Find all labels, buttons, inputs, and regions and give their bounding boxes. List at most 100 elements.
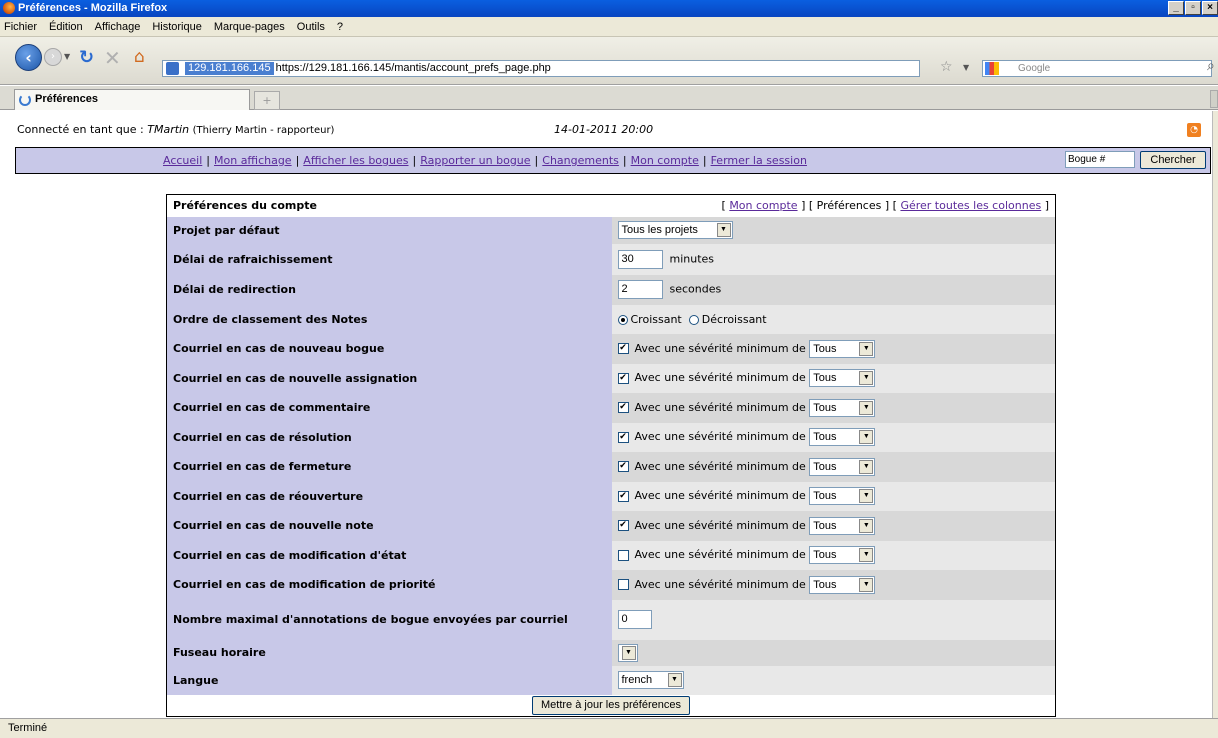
timezone-select[interactable]: ▼ — [617, 643, 638, 662]
minimize-button[interactable]: _ — [1168, 1, 1184, 15]
decroissant-label: Décroissant — [701, 312, 767, 326]
chevron-down-icon[interactable]: ▼ — [859, 371, 874, 385]
severity-select[interactable]: Tous ▼ — [809, 546, 876, 564]
tab-preferences[interactable]: Préférences — [14, 89, 250, 110]
email-label: Courriel en cas de résolution — [166, 422, 612, 452]
redirect-delay-input[interactable]: 2 — [617, 280, 663, 299]
radio-decroissant[interactable] — [688, 314, 699, 325]
email-checkbox[interactable] — [617, 579, 629, 590]
menu-link-fermer-session[interactable]: Fermer la session — [711, 154, 807, 167]
severity-select[interactable]: Tous ▼ — [809, 487, 876, 505]
url-dropdown-icon[interactable]: ▼ — [963, 63, 969, 72]
menu-edition[interactable]: Édition — [49, 21, 83, 33]
page-content: Connecté en tant que : TMartin (Thierry … — [0, 111, 1218, 718]
bracket-open: [ — [892, 199, 897, 213]
search-icon[interactable]: ⌕ — [1207, 58, 1215, 74]
bookmark-star-icon[interactable]: ☆ — [940, 59, 953, 75]
chevron-down-icon[interactable]: ▼ — [859, 400, 874, 415]
back-arrow-icon[interactable]: ‹ — [15, 44, 42, 71]
language-select[interactable]: french ▼ — [617, 671, 684, 689]
tab-scroll-button[interactable] — [1210, 90, 1218, 108]
close-button[interactable]: × — [1202, 1, 1218, 15]
new-tab-button[interactable]: + — [254, 91, 280, 110]
history-dropdown-icon[interactable]: ▼ — [64, 52, 70, 61]
severity-value: Tous — [813, 549, 837, 561]
username: TMartin — [147, 123, 190, 136]
max-notes-label: Nombre maximal d'annotations de bogue en… — [166, 599, 612, 640]
severity-text: Avec une sévérité minimum de — [634, 548, 806, 561]
email-label: Courriel en cas de nouvelle note — [166, 510, 612, 541]
vertical-scrollbar[interactable] — [1212, 111, 1218, 718]
link-mon-compte[interactable]: Mon compte — [729, 199, 797, 212]
form-nav: [ Mon compte ] [ Préférences ] [ Gérer t… — [611, 194, 1056, 217]
severity-select[interactable]: Tous ▼ — [809, 575, 876, 594]
menu-link-accueil[interactable]: Accueil — [163, 154, 202, 167]
tab-bar: Préférences + — [0, 86, 1218, 110]
email-checkbox[interactable]: ✔ — [617, 431, 629, 443]
max-notes-input[interactable]: 0 — [617, 610, 652, 629]
email-checkbox[interactable]: ✔ — [617, 490, 629, 502]
radio-croissant[interactable] — [617, 314, 628, 325]
email-checkbox[interactable]: ✔ — [617, 520, 629, 531]
menu-link-changements[interactable]: Changements — [542, 154, 619, 167]
chevron-down-icon[interactable]: ▼ — [859, 548, 874, 562]
menu-affichage[interactable]: Affichage — [95, 21, 141, 33]
timezone-label: Fuseau horaire — [166, 639, 612, 666]
stop-icon[interactable]: ✕ — [104, 46, 121, 70]
refresh-delay-input[interactable]: 30 — [617, 249, 663, 269]
menu-historique[interactable]: Historique — [152, 21, 202, 33]
forward-arrow-icon[interactable]: › — [44, 48, 62, 66]
site-identity-icon[interactable] — [166, 62, 179, 75]
menu-aide[interactable]: ? — [337, 21, 343, 33]
severity-text: Avec une sévérité minimum de — [634, 371, 806, 384]
link-gerer-colonnes[interactable]: Gérer toutes les colonnes — [900, 199, 1041, 212]
severity-select[interactable]: Tous ▼ — [809, 339, 876, 358]
chevron-down-icon[interactable]: ▼ — [667, 673, 682, 687]
menu-fichier[interactable]: Fichier — [4, 21, 37, 33]
email-checkbox[interactable]: ✔ — [617, 372, 629, 384]
chevron-down-icon[interactable]: ▼ — [859, 341, 874, 356]
menu-outils[interactable]: Outils — [297, 21, 325, 33]
menu-link-afficher-bogues[interactable]: Afficher les bogues — [303, 154, 408, 167]
email-checkbox[interactable] — [617, 549, 629, 561]
email-label: Courriel en cas de fermeture — [166, 451, 612, 482]
severity-text: Avec une sévérité minimum de — [634, 400, 806, 414]
maximize-button[interactable]: ▫ — [1185, 1, 1201, 15]
home-icon[interactable]: ⌂ — [134, 47, 145, 67]
menu-link-mon-compte[interactable]: Mon compte — [631, 154, 699, 167]
google-icon[interactable] — [985, 62, 999, 75]
chevron-down-icon[interactable]: ▼ — [859, 459, 874, 474]
login-info: Connecté en tant que : TMartin (Thierry … — [17, 123, 334, 136]
email-checkbox[interactable]: ✔ — [617, 461, 629, 472]
chevron-down-icon[interactable]: ▼ — [716, 223, 731, 237]
chevron-down-icon[interactable]: ▼ — [859, 518, 874, 533]
chercher-button[interactable]: Chercher — [1140, 151, 1206, 169]
chevron-down-icon[interactable]: ▼ — [859, 577, 874, 592]
bug-id-input[interactable]: Bogue # — [1065, 151, 1135, 168]
menu-link-rapporter-bogue[interactable]: Rapporter un bogue — [420, 154, 530, 167]
severity-select[interactable]: Tous ▼ — [809, 369, 876, 387]
window-title: Préférences - Mozilla Firefox — [18, 2, 168, 14]
severity-value: Tous — [813, 578, 837, 591]
update-preferences-button[interactable]: Mettre à jour les préférences — [531, 695, 690, 715]
url-bar[interactable]: 129.181.166.145 https://129.181.166.145/… — [162, 60, 920, 77]
chevron-down-icon[interactable]: ▼ — [621, 645, 636, 660]
url-text[interactable]: https://129.181.166.145/mantis/account_p… — [276, 61, 551, 76]
severity-select[interactable]: Tous ▼ — [809, 428, 876, 446]
severity-select[interactable]: Tous ▼ — [809, 457, 876, 476]
rss-icon[interactable]: ◔ — [1187, 123, 1201, 137]
email-checkbox[interactable]: ✔ — [617, 343, 629, 354]
bracket-close: ] — [1044, 199, 1049, 213]
chevron-down-icon[interactable]: ▼ — [859, 430, 874, 444]
menu-marque-pages[interactable]: Marque-pages — [214, 21, 285, 33]
email-checkbox[interactable]: ✔ — [617, 402, 629, 413]
severity-select[interactable]: Tous ▼ — [809, 516, 876, 535]
chevron-down-icon[interactable]: ▼ — [859, 489, 874, 503]
reload-icon[interactable]: ↻ — [79, 47, 94, 68]
site-identity-label[interactable]: 129.181.166.145 — [185, 62, 274, 75]
search-input[interactable]: Google — [982, 60, 1212, 77]
redirect-delay-unit: secondes — [669, 282, 722, 296]
default-project-select[interactable]: Tous les projets ▼ — [617, 221, 733, 239]
severity-select[interactable]: Tous ▼ — [809, 398, 876, 417]
menu-link-mon-affichage[interactable]: Mon affichage — [214, 154, 292, 167]
